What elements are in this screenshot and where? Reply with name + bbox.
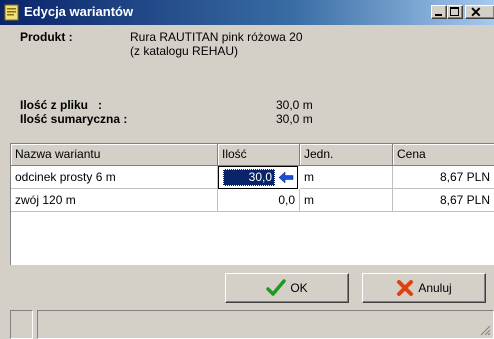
maximize-button[interactable]	[447, 5, 463, 19]
ok-button[interactable]: OK	[225, 273, 349, 303]
product-catalog: (z katalogu REHAU)	[130, 44, 239, 58]
variants-dialog: Edycja wariantów ✕ Produkt : Rura RAUTIT…	[0, 0, 494, 339]
status-panel-2	[37, 310, 494, 339]
qty-editor[interactable]: 30,0	[218, 166, 298, 189]
resize-grip-icon[interactable]	[479, 324, 491, 336]
qty-from-file-value: 30,0 m	[276, 98, 313, 112]
document-icon	[4, 4, 19, 21]
product-label: Produkt :	[20, 30, 73, 44]
table-row-2-name[interactable]: zwój 120 m	[11, 189, 218, 212]
minimize-icon	[435, 14, 442, 16]
title-bar[interactable]: Edycja wariantów ✕	[0, 0, 494, 25]
table-row-1-price[interactable]: 8,67 PLN	[393, 166, 494, 189]
column-header-name[interactable]: Nazwa wariantu	[11, 144, 218, 166]
status-panel-1	[10, 310, 33, 339]
minimize-button[interactable]	[431, 5, 447, 19]
qty-editor-input[interactable]: 30,0	[223, 169, 275, 186]
column-header-qty[interactable]: Ilość	[218, 144, 300, 166]
maximize-icon	[450, 7, 459, 16]
check-icon	[266, 279, 287, 296]
variants-table[interactable]: Nazwa wariantu Ilość Jedn. Cena odcinek …	[10, 143, 494, 265]
qty-total-label: Ilość sumaryczna :	[20, 112, 128, 126]
column-header-unit[interactable]: Jedn.	[300, 144, 393, 166]
cancel-x-icon	[397, 280, 414, 296]
close-icon: ✕	[470, 4, 482, 20]
table-row-1-name[interactable]: odcinek prosty 6 m	[11, 166, 218, 189]
ok-button-label: OK	[290, 281, 308, 295]
table-row-2-price[interactable]: 8,67 PLN	[393, 189, 494, 212]
column-header-price[interactable]: Cena	[393, 144, 494, 166]
close-button[interactable]: ✕	[465, 4, 494, 20]
arrow-left-icon[interactable]	[277, 169, 295, 186]
cancel-button[interactable]: Anuluj	[362, 273, 486, 303]
table-row-1-unit[interactable]: m	[300, 166, 393, 189]
product-name: Rura RAUTITAN pink różowa 20	[130, 30, 303, 44]
qty-total-value: 30,0 m	[276, 112, 313, 126]
window-title: Edycja wariantów	[24, 4, 134, 19]
table-row-2-qty[interactable]: 0,0	[218, 189, 300, 212]
cancel-button-label: Anuluj	[418, 281, 452, 295]
table-row-2-unit[interactable]: m	[300, 189, 393, 212]
qty-from-file-label: Ilość z pliku :	[20, 98, 103, 112]
